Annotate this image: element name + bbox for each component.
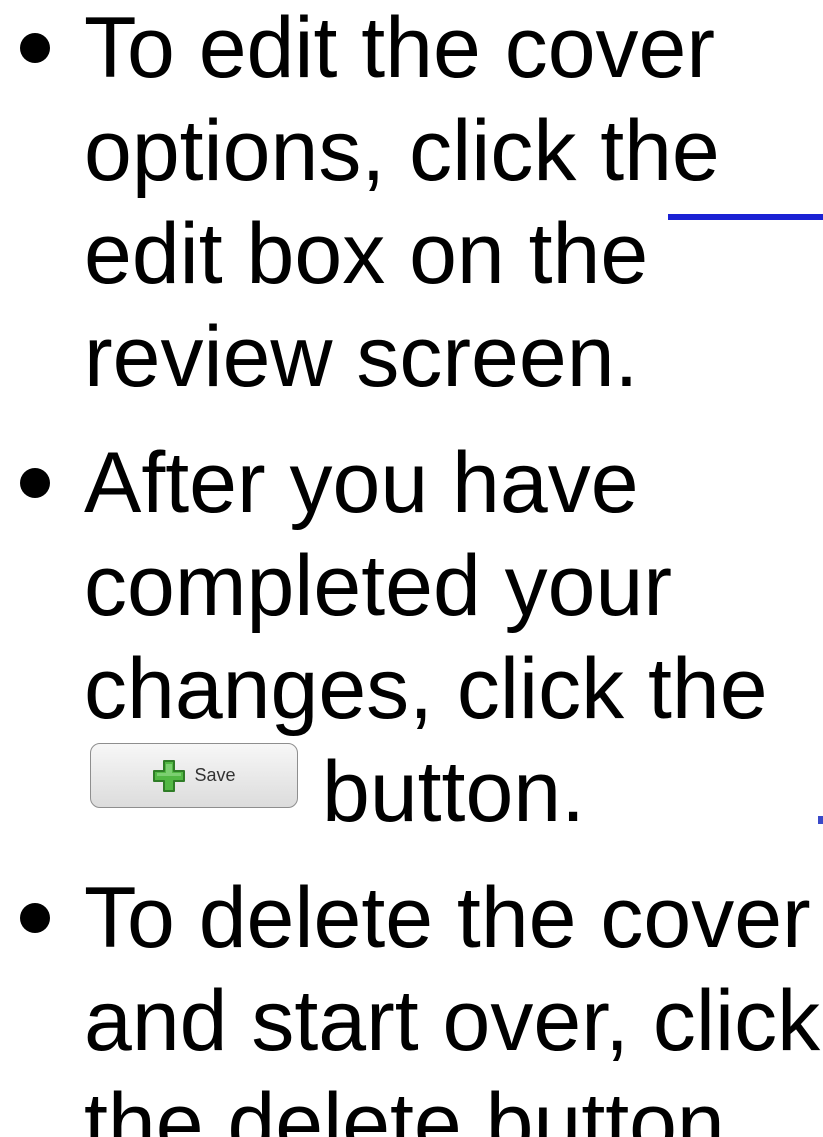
green-plus-icon <box>153 759 186 792</box>
bullet-3-line-2: and start over, click <box>84 973 821 1069</box>
bullet-3-line-3: the delete button. <box>84 1076 749 1137</box>
bullet-3-line-1: To delete the cover <box>84 870 811 966</box>
bullet-1-dot <box>20 33 50 63</box>
bullet-1-line-2: options, click the <box>84 103 720 199</box>
blue-rule-fragment <box>668 214 823 220</box>
save-button[interactable]: Save <box>90 743 298 808</box>
bullet-1-line-3: edit box on the <box>84 206 649 302</box>
blue-mark-fragment <box>818 816 823 824</box>
bullet-2-line-2: completed your <box>84 538 672 634</box>
slide: To edit the cover options, click the edi… <box>0 0 823 1137</box>
bullet-1-line-4: review screen. <box>84 309 639 405</box>
bullet-2-line-4: button. <box>322 744 585 840</box>
bullet-1-line-1: To edit the cover <box>84 0 716 96</box>
bullet-2-line-1: After you have <box>84 435 639 531</box>
bullet-2-line-3: changes, click the <box>84 641 768 737</box>
bullet-2-dot <box>20 468 50 498</box>
save-button-label: Save <box>194 765 236 785</box>
bullet-3-dot <box>20 903 50 933</box>
